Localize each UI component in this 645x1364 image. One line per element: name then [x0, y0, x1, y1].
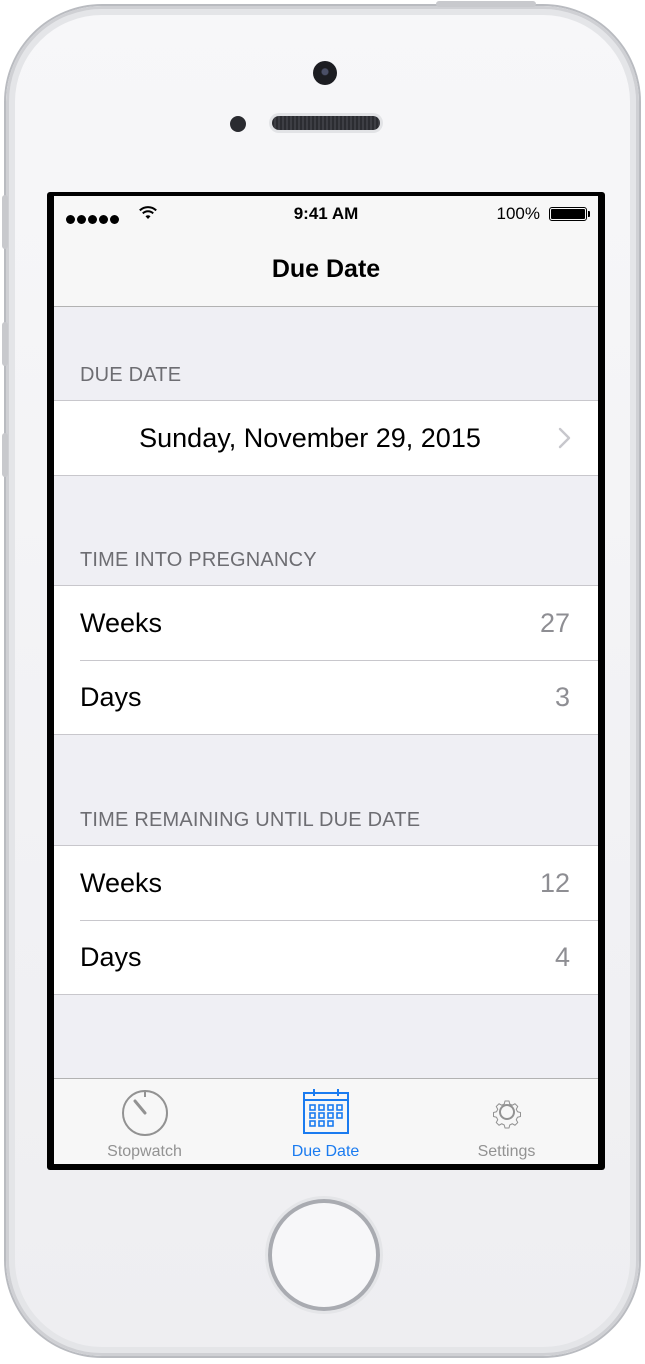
- row-value: 12: [539, 868, 570, 898]
- section-header-time-into-pregnancy: TIME INTO PREGNANCY: [80, 549, 317, 571]
- mute-switch: [2, 195, 8, 249]
- due-date-row[interactable]: Sunday, November 29, 2015: [54, 401, 598, 475]
- calendar-icon: [302, 1089, 349, 1134]
- remaining-weeks-row: Weeks 12: [54, 846, 598, 920]
- row-value: 4: [554, 942, 570, 972]
- front-camera: [313, 61, 337, 85]
- volume-down-button: [2, 433, 8, 477]
- tab-bar: Stopwatch Due Date Settings: [54, 1078, 598, 1164]
- tab-label: Stopwatch: [107, 1143, 182, 1160]
- row-value: 27: [539, 608, 570, 638]
- remaining-days-row: Days 4: [54, 920, 598, 994]
- navigation-bar: Due Date: [54, 236, 598, 307]
- row-label: Days: [80, 682, 142, 712]
- tab-stopwatch[interactable]: Stopwatch: [54, 1079, 235, 1164]
- pregnancy-days-row: Days 3: [54, 660, 598, 734]
- section-header-time-remaining: TIME REMAINING UNTIL DUE DATE: [80, 809, 421, 831]
- due-date-value: Sunday, November 29, 2015: [139, 423, 481, 453]
- due-date-group: Sunday, November 29, 2015: [54, 400, 598, 476]
- tab-due-date[interactable]: Due Date: [235, 1079, 416, 1164]
- gear-icon: [492, 1100, 521, 1129]
- chevron-right-icon: [558, 427, 571, 449]
- status-bar: 9:41 AM 100%: [54, 196, 598, 236]
- row-label: Days: [80, 942, 142, 972]
- tab-settings[interactable]: Settings: [416, 1079, 597, 1164]
- stopwatch-icon: [121, 1090, 168, 1136]
- row-label: Weeks: [80, 608, 163, 638]
- proximity-sensor: [230, 116, 246, 132]
- battery-icon: [549, 207, 590, 221]
- tab-label: Settings: [477, 1143, 536, 1160]
- remaining-group: Weeks 12 Days 4: [54, 845, 598, 995]
- pregnancy-weeks-row: Weeks 27: [54, 586, 598, 660]
- power-button: [436, 1, 536, 7]
- page-title: Due Date: [271, 255, 381, 283]
- section-header-due-date: DUE DATE: [80, 364, 182, 386]
- volume-up-button: [2, 322, 8, 366]
- battery-percentage: 100%: [496, 204, 540, 223]
- row-value: 3: [554, 682, 570, 712]
- row-label: Weeks: [80, 868, 163, 898]
- earpiece-speaker: [272, 116, 380, 130]
- tab-label: Due Date: [291, 1143, 360, 1160]
- pregnancy-group: Weeks 27 Days 3: [54, 585, 598, 735]
- app-display: 9:41 AM 100% Due Date DUE DATE Sunday, N…: [54, 196, 598, 1164]
- home-button[interactable]: [268, 1199, 380, 1311]
